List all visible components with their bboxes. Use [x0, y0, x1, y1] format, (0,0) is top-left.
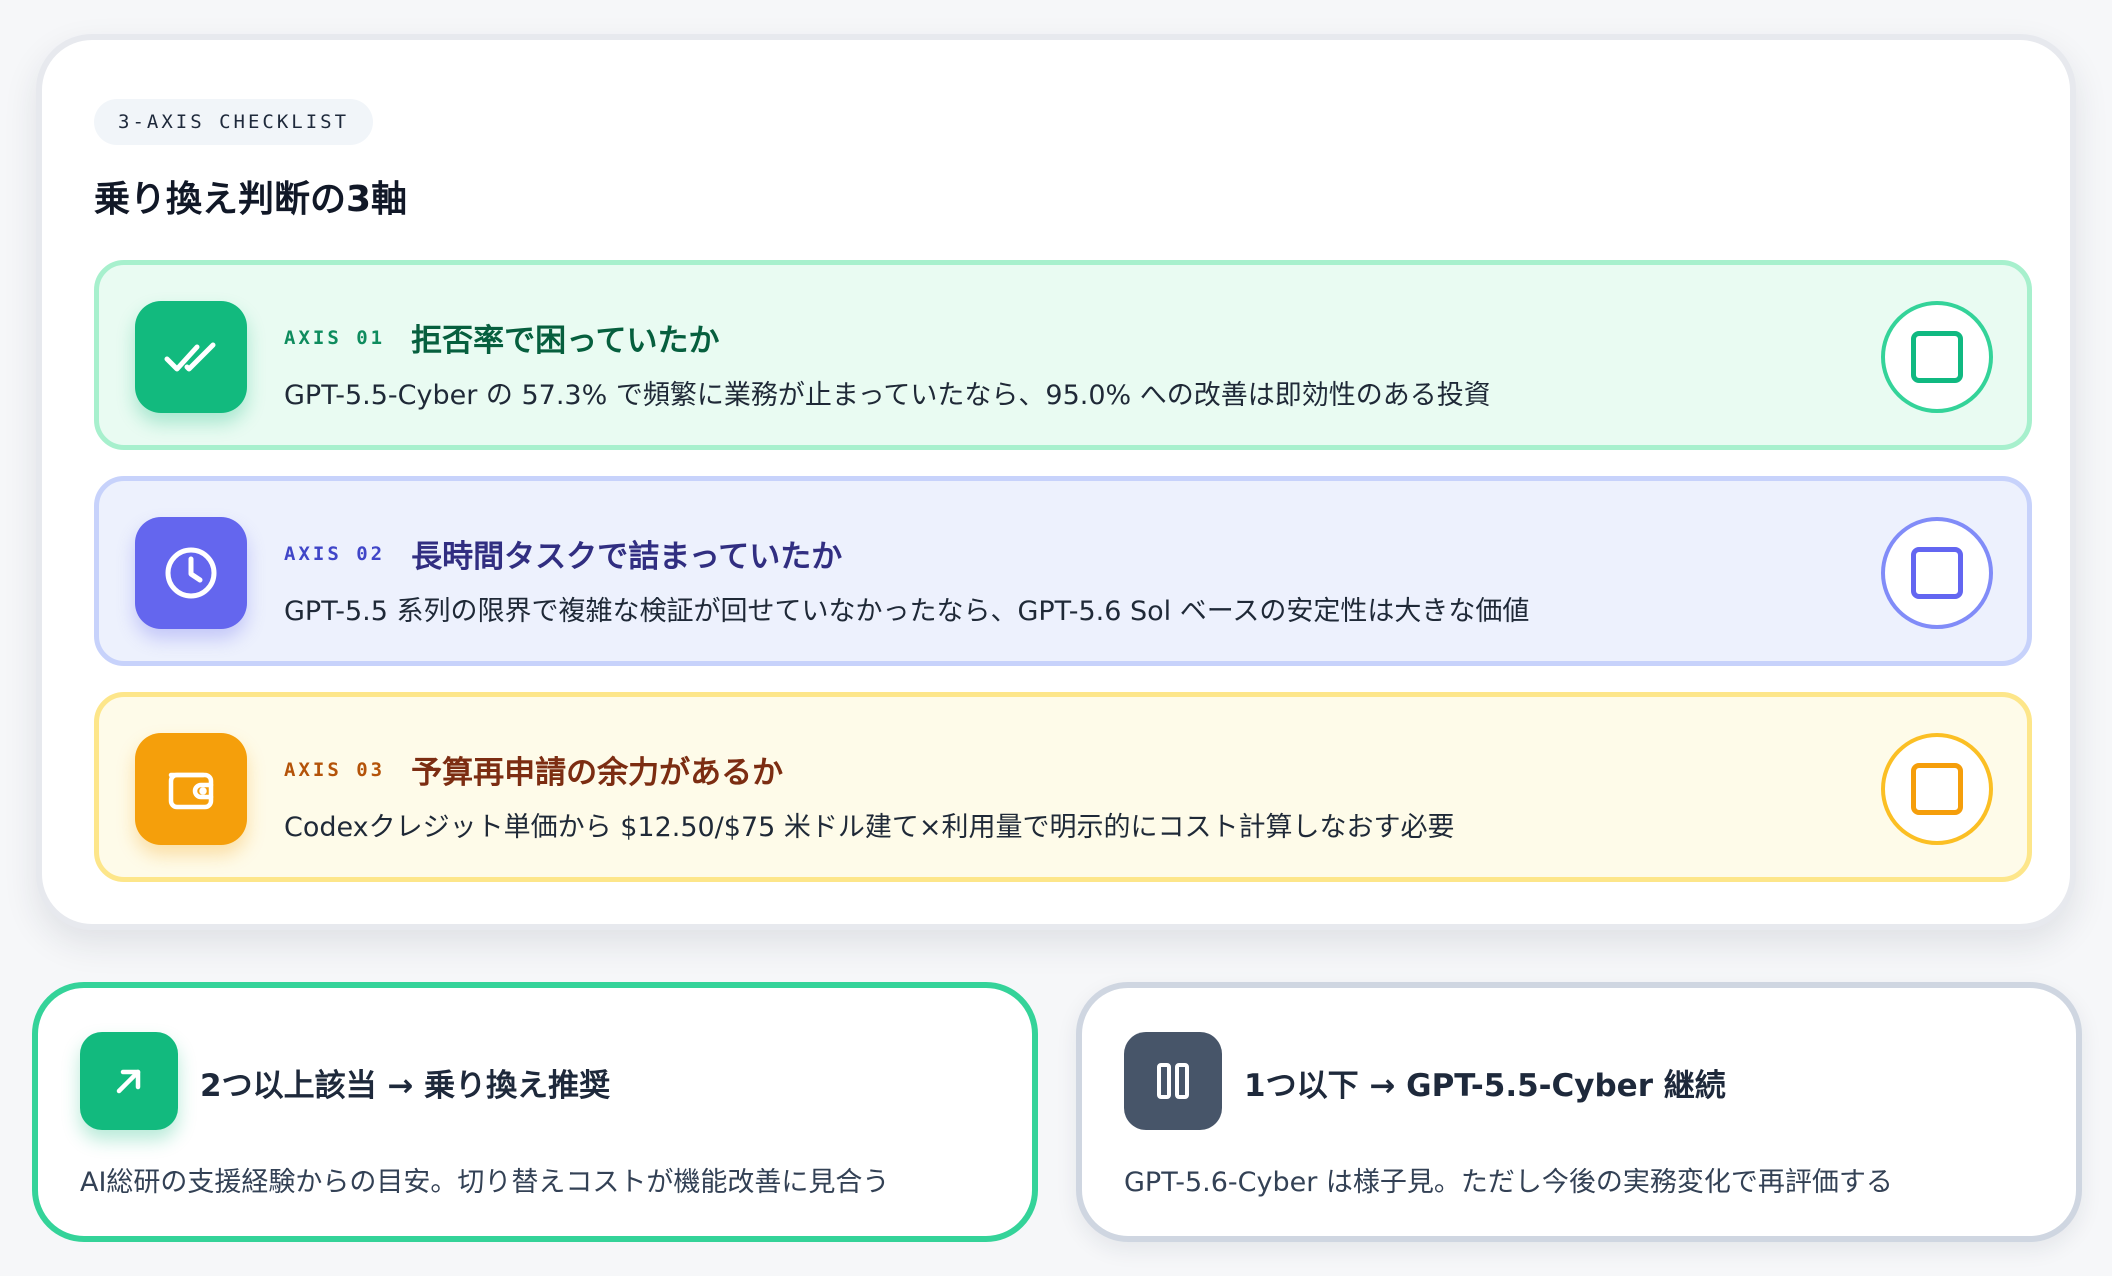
axis-row-02: AXIS 02 長時間タスクで詰まっていたか GPT-5.5 系列の限界で複雑な… [94, 476, 2032, 666]
checkbox-square-icon [1911, 763, 1963, 815]
result-description: AI総研の支援経験からの目安。切り替えコストが機能改善に見合う [80, 1167, 890, 1198]
result-card-continue: 1つ以下 → GPT-5.5-Cyber 継続 GPT-5.6-Cyber は様… [1076, 982, 2082, 1242]
result-description: GPT-5.6-Cyber は様子見。ただし今後の実務変化で再評価する [1124, 1167, 1893, 1198]
result-card-recommend: 2つ以上該当 → 乗り換え推奨 AI総研の支援経験からの目安。切り替えコストが機… [32, 982, 1038, 1242]
checklist-card: 3-AXIS CHECKLIST 乗り換え判断の3軸 AXIS 01 拒否率で困… [36, 34, 2076, 930]
axis-header: AXIS 03 予算再申請の余力があるか [284, 747, 783, 792]
axis-label: AXIS 02 [284, 542, 386, 565]
axis-row-01: AXIS 01 拒否率で困っていたか GPT-5.5-Cyber の 57.3%… [94, 260, 2032, 450]
axis-description: GPT-5.5 系列の限界で複雑な検証が回せていなかったなら、GPT-5.6 S… [284, 596, 1530, 627]
checkbox-square-icon [1911, 547, 1963, 599]
page: 3-AXIS CHECKLIST 乗り換え判断の3軸 AXIS 01 拒否率で困… [0, 0, 2112, 1276]
axis-title: 長時間タスクで詰まっていたか [411, 539, 843, 575]
axis-label: AXIS 03 [284, 758, 386, 781]
axis-header: AXIS 02 長時間タスクで詰まっていたか [284, 531, 842, 576]
axis-label: AXIS 01 [284, 326, 386, 349]
clock-icon [135, 517, 247, 629]
axis-header: AXIS 01 拒否率で困っていたか [284, 315, 720, 360]
axis-title: 予算再申請の余力があるか [411, 755, 784, 791]
axis-checkbox[interactable] [1881, 733, 1993, 845]
axis-title: 拒否率で困っていたか [411, 323, 720, 359]
result-title: 2つ以上該当 → 乗り換え推奨 [200, 1068, 611, 1104]
arrow-up-right-icon [80, 1032, 178, 1130]
pause-icon [1124, 1032, 1222, 1130]
axis-checkbox[interactable] [1881, 517, 1993, 629]
axis-description: Codexクレジット単価から $12.50/$75 米ドル建て×利用量で明示的に… [284, 812, 1455, 843]
result-title: 1つ以下 → GPT-5.5-Cyber 継続 [1244, 1068, 1726, 1104]
checklist-chip: 3-AXIS CHECKLIST [94, 99, 374, 145]
checklist-title: 乗り換え判断の3軸 [94, 179, 408, 220]
axis-row-03: AXIS 03 予算再申請の余力があるか Codexクレジット単価から $12.… [94, 692, 2032, 882]
checkbox-square-icon [1911, 331, 1963, 383]
axis-description: GPT-5.5-Cyber の 57.3% で頻繁に業務が止まっていたなら、95… [284, 380, 1491, 411]
double-check-icon [135, 301, 247, 413]
wallet-icon [135, 733, 247, 845]
axis-checkbox[interactable] [1881, 301, 1993, 413]
